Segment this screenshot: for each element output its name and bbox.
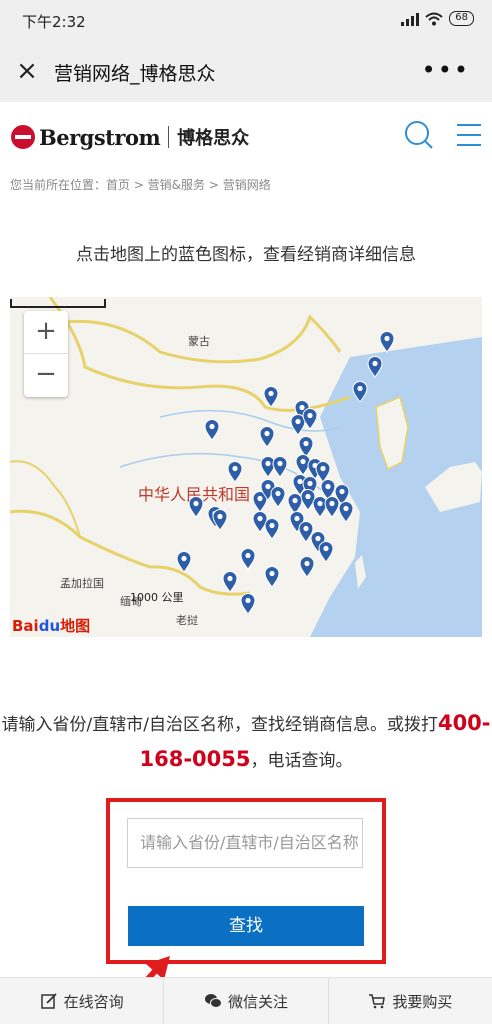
province-search-input[interactable]: 请输入省份/直辖市/自治区名称 — [127, 818, 363, 868]
map-label-laos: 老挝 — [176, 614, 198, 627]
search-description: 请输入省份/直辖市/自治区名称，查找经销商信息。或拨打400-168-0055，… — [0, 706, 492, 778]
dealer-pin-icon[interactable] — [338, 501, 354, 523]
dealer-pin-icon[interactable] — [299, 556, 315, 578]
dealer-pin-icon[interactable] — [222, 571, 238, 593]
edit-icon — [40, 993, 57, 1009]
map-label-bangladesh: 孟加拉国 — [60, 577, 104, 590]
signal-icon — [401, 12, 420, 26]
online-consult-button[interactable]: 在线咨询 — [0, 978, 165, 1024]
baidu-map-logo[interactable]: Baidu地图 — [12, 615, 90, 636]
cart-icon — [369, 994, 386, 1009]
breadcrumb: 您当前所在位置：首页 > 营销&服务 > 营销网络 — [10, 178, 271, 192]
status-bar: 下午2:32 68 — [0, 0, 492, 40]
dealer-pin-icon[interactable] — [302, 408, 318, 430]
dealer-pin-icon[interactable] — [240, 593, 256, 615]
dealer-map[interactable]: + − 蒙古 中华人民共和国 孟加拉国 缅甸 老挝 1000 公里 Baidu地… — [10, 297, 482, 637]
dealer-pin-icon[interactable] — [367, 356, 383, 378]
zoom-in-button[interactable]: + — [24, 311, 68, 354]
page-title: 营销网络_博格思众 — [54, 63, 216, 85]
dealer-pin-icon[interactable] — [263, 386, 279, 408]
zoom-out-button[interactable]: − — [24, 354, 68, 397]
logo-mark-icon — [11, 125, 35, 149]
dealer-pin-icon[interactable] — [270, 486, 286, 508]
dealer-pin-icon[interactable] — [352, 381, 368, 403]
site-header: Bergstrom 博格思众 — [0, 102, 492, 174]
brand-logo[interactable]: Bergstrom 博格思众 — [11, 124, 249, 150]
map-scale-bar — [10, 299, 106, 308]
wifi-icon — [425, 12, 443, 25]
buy-label: 我要购买 — [392, 992, 453, 1011]
wechat-follow-button[interactable]: 微信关注 — [164, 978, 329, 1024]
dealer-pin-icon[interactable] — [264, 566, 280, 588]
dealer-pin-icon[interactable] — [379, 331, 395, 353]
dealer-pin-icon[interactable] — [176, 551, 192, 573]
wechat-icon — [204, 994, 222, 1008]
dealer-pin-icon[interactable] — [212, 509, 228, 531]
map-scale-label: 1000 公里 — [130, 591, 184, 604]
map-label-mongolia: 蒙古 — [188, 335, 210, 348]
buy-button[interactable]: 我要购买 — [329, 978, 492, 1024]
dealer-pin-icon[interactable] — [240, 548, 256, 570]
bottom-action-bar: 在线咨询 微信关注 我要购买 — [0, 977, 492, 1024]
close-icon[interactable]: × — [14, 58, 40, 84]
dealer-pin-icon[interactable] — [272, 456, 288, 478]
map-hint: 点击地图上的蓝色图标，查看经销商详细信息 — [76, 245, 416, 265]
more-icon[interactable]: ••• — [422, 56, 470, 84]
webview-navbar: × 营销网络_博格思众 ••• — [0, 40, 492, 102]
dealer-pin-icon[interactable] — [259, 426, 275, 448]
dealer-pin-icon[interactable] — [318, 541, 334, 563]
status-icons: 68 — [401, 11, 474, 26]
dealer-pin-icon[interactable] — [264, 518, 280, 540]
search-button[interactable]: 查找 — [128, 906, 364, 946]
wechat-follow-label: 微信关注 — [227, 992, 288, 1011]
status-time: 下午2:32 — [22, 13, 86, 31]
brand-name-cn: 博格思众 — [177, 128, 250, 149]
dealer-pin-icon[interactable] — [188, 496, 204, 518]
baidu-map-logo-text: 地图 — [60, 617, 91, 635]
desc-text-after: ，电话查询。 — [250, 751, 353, 771]
map-zoom-control: + − — [24, 311, 68, 397]
search-icon[interactable] — [404, 120, 434, 150]
desc-text-before: 请输入省份/直辖市/自治区名称，查找经销商信息。或拨打 — [1, 715, 438, 735]
dealer-pin-icon[interactable] — [204, 419, 220, 441]
online-consult-label: 在线咨询 — [63, 992, 124, 1011]
battery-icon: 68 — [449, 11, 474, 26]
menu-icon[interactable] — [457, 124, 481, 146]
brand-name-en: Bergstrom — [39, 124, 161, 150]
logo-divider — [168, 126, 170, 148]
dealer-pin-icon[interactable] — [227, 461, 243, 483]
